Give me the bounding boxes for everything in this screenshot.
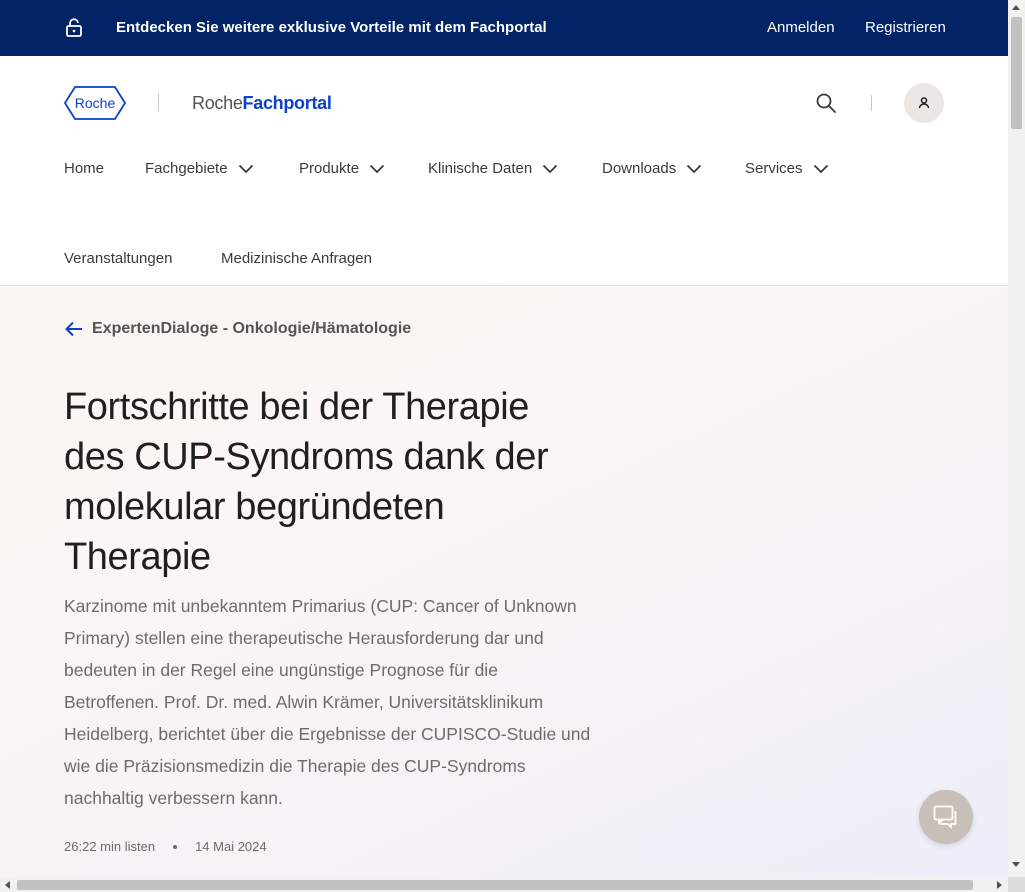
article-lead: Karzinome mit unbekanntem Primarius (CUP… [64,596,591,808]
portal-name[interactable]: RocheFachportal [192,93,332,114]
scroll-left-arrow[interactable] [5,881,10,889]
nav-item-label: Services [745,160,803,177]
scrollbar-corner [1008,877,1025,892]
chevron-down-icon [369,164,385,173]
promo-bar: Entdecken Sie weitere exklusive Vorteile… [0,0,1008,56]
chat-icon [933,805,957,829]
chevron-down-icon [238,164,253,173]
promo-text: Entdecken Sie weitere exklusive Vorteile… [116,19,547,36]
logo-divider [158,94,159,111]
article-hero: ExpertenDialoge - Onkologie/Hämatologie … [0,287,1008,877]
horizontal-scrollbar[interactable] [0,877,1008,892]
scroll-up-arrow[interactable] [1012,5,1020,10]
nav-item-label: Medizinische Anfragen [221,250,372,267]
roche-logo[interactable]: Roche [64,86,126,120]
nav-item-label: Klinische Daten [428,160,533,177]
back-link-label: ExpertenDialoge - Onkologie/Hämatologie [92,320,412,337]
publish-date: 14 Mai 2024 [195,839,267,854]
scroll-down-arrow[interactable] [1012,862,1020,867]
arrow-left-icon [65,321,82,337]
login-link[interactable]: Anmelden [767,19,835,36]
nav-item-medizinische-anfragen[interactable]: Medizinische Anfragen [221,250,372,267]
unlock-icon [66,18,82,37]
nav-item-label: Fachgebiete [145,160,228,177]
nav-item-label: Downloads [602,160,677,177]
listen-duration: 26:22 min listen [64,839,156,854]
site-header: Roche RocheFachportal Home Fachgebiete P… [0,56,1008,286]
page-title: Fortschritte bei der Therapie des CUP-Sy… [64,386,549,578]
nav-item-home[interactable]: Home [64,160,104,177]
portal-name-bold: Fachportal [242,93,332,113]
user-icon [918,97,930,109]
chevron-down-icon [687,164,702,173]
nav-item-produkte[interactable]: Produkte [299,160,385,177]
back-link[interactable]: ExpertenDialoge - Onkologie/Hämatologie [64,320,411,338]
vertical-scroll-thumb[interactable] [1011,17,1022,129]
nav-item-services[interactable]: Services [745,160,829,177]
nav-item-fachgebiete[interactable]: Fachgebiete [145,160,254,177]
chevron-down-icon [543,164,558,173]
nav-item-downloads[interactable]: Downloads [602,160,702,177]
header-divider [871,95,872,111]
vertical-scrollbar[interactable] [1008,0,1025,877]
search-icon[interactable] [815,92,837,114]
nav-item-label: Home [64,160,105,177]
register-link[interactable]: Registrieren [865,19,946,36]
nav-item-label: Produkte [299,160,360,177]
portal-name-light: Roche [192,93,243,113]
horizontal-scroll-thumb[interactable] [17,880,973,890]
nav-item-klinische-daten[interactable]: Klinische Daten [428,160,558,177]
article-meta: 26:22 min listen 14 Mai 2024 [64,839,267,854]
nav-item-veranstaltungen[interactable]: Veranstaltungen [64,250,172,267]
chat-button[interactable] [919,790,973,844]
meta-separator [173,844,178,849]
scroll-right-arrow[interactable] [997,881,1002,889]
user-account-button[interactable] [904,83,944,123]
chevron-down-icon [813,164,828,173]
logo-text: Roche [75,95,116,111]
nav-item-label: Veranstaltungen [64,250,173,267]
